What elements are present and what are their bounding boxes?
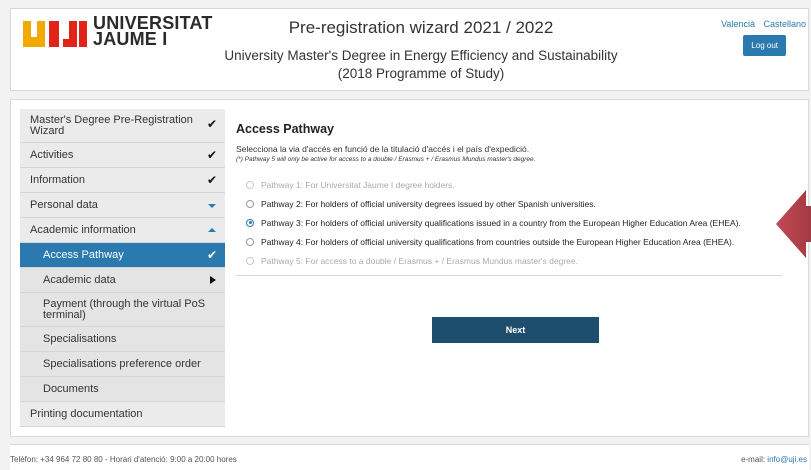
pathway-1-radio	[246, 180, 254, 189]
sidebar-item-activities[interactable]: Activities ✔	[20, 143, 225, 168]
pathway-2-option[interactable]: Pathway 2: For holders of official unive…	[236, 194, 796, 213]
sidebar-item-personal-data[interactable]: Personal data	[20, 193, 225, 218]
sidebar-nav: Master's Degree Pre-Registration Wizard …	[20, 109, 225, 427]
email-link[interactable]: info@uji.es	[767, 455, 807, 464]
sidebar-item-payment[interactable]: Payment (through the virtual PoS termina…	[20, 293, 225, 327]
sidebar-item-label: Payment (through the virtual PoS termina…	[43, 298, 206, 321]
option-label: Pathway 4: For holders of official unive…	[261, 236, 735, 247]
check-icon: ✔	[206, 148, 217, 162]
check-icon: ✔	[206, 117, 217, 131]
caret-down-icon	[208, 204, 216, 208]
degree-subtitle: University Master's Degree in Energy Eff…	[224, 48, 618, 81]
title-block: Pre-registration wizard 2021 / 2022 Univ…	[211, 17, 631, 83]
triangle-right-icon	[210, 276, 216, 284]
footer-email: e-mail: info@uji.es	[741, 455, 807, 464]
section-title: Access Pathway	[236, 122, 334, 136]
pathway-note: (*) Pathway 5 will only be active for ac…	[236, 156, 536, 163]
sidebar-item-information[interactable]: Information ✔	[20, 168, 225, 193]
option-label: Pathway 2: For holders of official unive…	[261, 198, 596, 209]
pathway-radio-group: Pathway 1: For Universitat Jaume I degre…	[236, 175, 796, 270]
pathway-3-option[interactable]: Pathway 3: For holders of official unive…	[236, 213, 796, 232]
sidebar-item-label: Academic data	[43, 274, 116, 286]
content-panel: Master's Degree Pre-Registration Wizard …	[10, 99, 809, 437]
caret-up-icon	[208, 228, 216, 232]
sidebar-item-wizard[interactable]: Master's Degree Pre-Registration Wizard …	[20, 109, 225, 143]
next-button[interactable]: Next	[432, 317, 599, 343]
main-panel: Access Pathway Selecciona la via d'accés…	[236, 122, 796, 343]
pointer-arrow-icon	[776, 190, 811, 258]
sidebar-item-label: Master's Degree Pre-Registration Wizard	[30, 114, 193, 137]
lang-castellano-link[interactable]: Castellano	[763, 19, 806, 29]
sidebar-item-label: Activities	[30, 149, 74, 161]
description-text: Selecciona la via d'accés en funció de l…	[236, 144, 530, 154]
sidebar-item-label: Specialisations	[43, 333, 117, 345]
language-switcher: Valencià Castellano	[715, 19, 806, 29]
sidebar-item-label: Documents	[43, 383, 99, 395]
uji-logo[interactable]: UNIVERSITAT JAUME I	[23, 14, 212, 55]
page-header: UNIVERSITAT JAUME I Pre-registration wiz…	[10, 8, 809, 91]
page-title: Pre-registration wizard 2021 / 2022	[288, 18, 554, 37]
logout-button[interactable]: Log out	[743, 35, 786, 56]
option-label: Pathway 5: For access to a double / Eras…	[261, 255, 578, 266]
divider	[236, 275, 782, 276]
pathway-5-radio	[246, 256, 254, 265]
lang-valencia-link[interactable]: Valencià	[721, 19, 755, 29]
page-footer: Telèfon: +34 964 72 80 80 - Horari d'ate…	[10, 444, 809, 470]
sidebar-item-printing[interactable]: Printing documentation	[20, 402, 225, 427]
sidebar-item-access-pathway[interactable]: Access Pathway ✔	[20, 243, 225, 268]
sidebar-item-label: Specialisations preference order	[43, 358, 201, 370]
check-icon: ✔	[206, 248, 217, 262]
option-label: Pathway 1: For Universitat Jaume I degre…	[261, 179, 455, 190]
sidebar-item-label: Printing documentation	[30, 408, 143, 420]
logo-text: UNIVERSITAT JAUME I	[93, 13, 213, 49]
pathway-4-option[interactable]: Pathway 4: For holders of official unive…	[236, 232, 796, 251]
sidebar-item-documents[interactable]: Documents	[20, 377, 225, 402]
sidebar-item-academic-information[interactable]: Academic information	[20, 218, 225, 243]
sidebar-item-specialisations-order[interactable]: Specialisations preference order	[20, 352, 225, 377]
pathway-2-radio[interactable]	[246, 199, 254, 208]
option-label: Pathway 3: For holders of official unive…	[261, 217, 741, 228]
pathway-5-option: Pathway 5: For access to a double / Eras…	[236, 251, 796, 270]
pathway-1-option: Pathway 1: For Universitat Jaume I degre…	[236, 175, 796, 194]
sidebar-item-academic-data[interactable]: Academic data	[20, 268, 225, 293]
sidebar-item-label: Information	[30, 174, 86, 186]
logo-mark-icon	[23, 21, 87, 47]
sidebar-item-label: Access Pathway	[43, 249, 124, 261]
footer-phone: Telèfon: +34 964 72 80 80 - Horari d'ate…	[10, 455, 237, 464]
sidebar-item-label: Academic information	[30, 224, 136, 236]
check-icon: ✔	[206, 173, 217, 187]
sidebar-item-label: Personal data	[30, 199, 98, 211]
pathway-4-radio[interactable]	[246, 237, 254, 246]
sidebar-item-specialisations[interactable]: Specialisations	[20, 327, 225, 352]
pathway-3-radio[interactable]	[246, 218, 254, 227]
